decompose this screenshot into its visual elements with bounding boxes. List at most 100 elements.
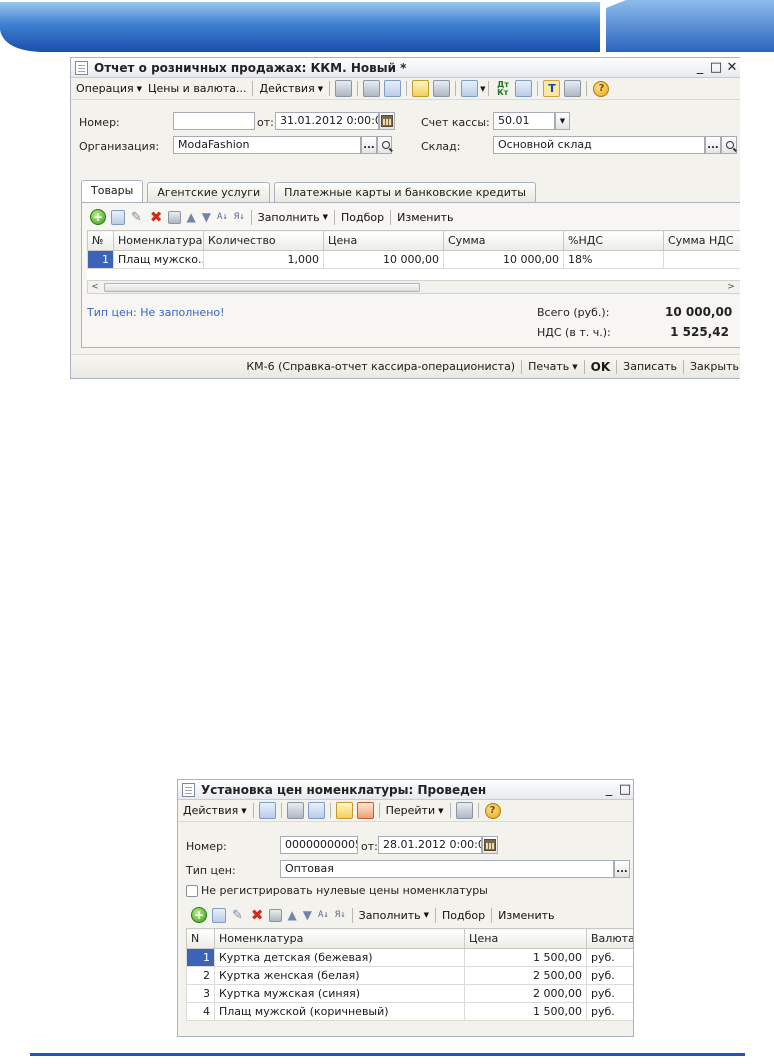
help-icon[interactable]: ?	[484, 802, 501, 819]
go-icon[interactable]	[461, 80, 479, 97]
cell-currency[interactable]: руб.	[586, 1002, 633, 1021]
ok-button[interactable]: OK	[585, 360, 617, 374]
price-type-link[interactable]: Тип цен: Не заполнено!	[87, 306, 225, 319]
column-header[interactable]: N	[186, 928, 215, 949]
row-number[interactable]: 2	[186, 966, 215, 985]
column-header[interactable]: Цена	[464, 928, 587, 949]
save-icon[interactable]	[258, 802, 276, 819]
checkbox-box[interactable]	[186, 885, 198, 897]
row-number[interactable]: 3	[186, 984, 215, 1003]
row-number[interactable]: 4	[186, 1002, 215, 1021]
pick-button[interactable]: Подбор	[338, 207, 387, 227]
list-icon[interactable]	[455, 802, 473, 819]
date-field[interactable]: 31.01.2012 0:00:00	[275, 112, 379, 130]
warehouse-open-button[interactable]	[721, 136, 737, 154]
dt-kt-icon[interactable]: Дт Кт	[494, 80, 511, 97]
move-down-icon[interactable]: ▼	[303, 908, 312, 922]
document-icon[interactable]	[335, 802, 353, 819]
save-icon[interactable]	[335, 80, 353, 97]
fill-menu[interactable]: Заполнить ▼	[255, 207, 331, 227]
number-field[interactable]	[173, 112, 255, 130]
edit-icon[interactable]: ✎	[232, 908, 243, 923]
write-button[interactable]: Записать	[617, 360, 683, 373]
copy-row-icon[interactable]	[111, 209, 125, 225]
warehouse-field[interactable]: Основной склад	[493, 136, 705, 154]
document-icon[interactable]	[412, 80, 430, 97]
edit-icon[interactable]: ✎	[131, 210, 142, 225]
zero-prices-checkbox[interactable]: Не регистрировать нулевые цены номенклат…	[186, 884, 488, 897]
cell-price[interactable]: 2 000,00	[464, 984, 587, 1003]
column-header[interactable]: Сумма	[443, 230, 564, 251]
organization-select-button[interactable]: ...	[361, 136, 377, 154]
cell-quantity[interactable]: 1,000	[203, 250, 324, 269]
scroll-right-icon[interactable]: >	[724, 281, 738, 293]
cell-nomenclature[interactable]: Плащ мужско...	[113, 250, 204, 269]
table-row[interactable]: 3 Куртка мужская (синяя) 2 000,00 руб.	[186, 984, 633, 1003]
km6-button[interactable]: КМ-6 (Справка-отчет кассира-операционист…	[240, 360, 521, 373]
date-field[interactable]: 28.01.2012 0:00:00	[378, 836, 482, 854]
horizontal-scrollbar[interactable]: < >	[87, 280, 740, 294]
print-menu[interactable]: Печать ▼	[522, 360, 584, 373]
close-button[interactable]: ✕	[724, 60, 740, 76]
warehouse-select-button[interactable]: ...	[705, 136, 721, 154]
column-header[interactable]: Номенклатура	[214, 928, 465, 949]
cell-nomenclature[interactable]: Плащ мужской (коричневый)	[214, 1002, 465, 1021]
move-up-icon[interactable]: ▲	[186, 210, 195, 224]
cell-vat-rate[interactable]: 18%	[563, 250, 664, 269]
table-row[interactable]: 2 Куртка женская (белая) 2 500,00 руб.	[186, 966, 633, 985]
copy-row-icon[interactable]	[212, 907, 226, 923]
row-number[interactable]: 1	[186, 948, 215, 967]
add-icon[interactable]: +	[90, 209, 106, 225]
price-type-field[interactable]: Оптовая	[280, 860, 614, 878]
organization-field[interactable]: ModaFashion	[173, 136, 361, 154]
table-row[interactable]: 1 Куртка детская (бежевая) 1 500,00 руб.	[186, 948, 633, 967]
tab-payment-cards[interactable]: Платежные карты и банковские кредиты	[274, 182, 536, 202]
table-row[interactable]: 4 Плащ мужской (коричневый) 1 500,00 руб…	[186, 1002, 633, 1021]
sort-desc-icon[interactable]: Я↓	[234, 212, 245, 222]
sort-asc-icon[interactable]: A↓	[217, 212, 228, 222]
cell-price[interactable]: 1 500,00	[464, 948, 587, 967]
list-icon[interactable]	[564, 80, 582, 97]
delete-icon[interactable]: ✖	[251, 906, 264, 924]
fill-menu[interactable]: Заполнить ▼	[356, 905, 432, 925]
cell-currency[interactable]: руб.	[586, 984, 633, 1003]
column-header[interactable]: Валюта	[586, 928, 633, 949]
column-header[interactable]: Сумма НДС	[663, 230, 740, 251]
end-edit-icon[interactable]	[269, 908, 283, 922]
cell-nomenclature[interactable]: Куртка мужская (синяя)	[214, 984, 465, 1003]
copy-icon[interactable]	[384, 80, 402, 97]
prices-button[interactable]: Цены и валюта...	[145, 79, 249, 99]
cell-amount[interactable]: 10 000,00	[443, 250, 564, 269]
cash-account-field[interactable]: 50.01	[493, 112, 555, 130]
column-header[interactable]: %НДС	[563, 230, 664, 251]
pick-button[interactable]: Подбор	[439, 905, 488, 925]
move-down-icon[interactable]: ▼	[202, 210, 211, 224]
table-row[interactable]: 1 Плащ мужско... 1,000 10 000,00 10 000,…	[87, 250, 740, 269]
add-icon[interactable]: +	[191, 907, 207, 923]
column-header[interactable]: Номенклатура	[113, 230, 204, 251]
tab-agent-services[interactable]: Агентские услуги	[147, 182, 271, 202]
cash-account-dropdown[interactable]: ▼	[555, 112, 570, 130]
go-menu[interactable]: Перейти ▼	[383, 801, 447, 821]
actions-menu[interactable]: Действия ▼	[180, 801, 250, 821]
change-button[interactable]: Изменить	[495, 905, 557, 925]
calendar-button[interactable]	[482, 836, 498, 854]
post-icon[interactable]	[286, 802, 304, 819]
move-up-icon[interactable]: ▲	[287, 908, 296, 922]
price-type-select-button[interactable]: ...	[614, 860, 630, 878]
cell-nomenclature[interactable]: Куртка детская (бежевая)	[214, 948, 465, 967]
post-icon[interactable]	[363, 80, 381, 97]
row-number[interactable]: 1	[87, 250, 114, 269]
column-header[interactable]: Цена	[323, 230, 444, 251]
sort-asc-icon[interactable]: A↓	[318, 910, 329, 920]
cell-price[interactable]: 2 500,00	[464, 966, 587, 985]
help-icon[interactable]: ?	[593, 80, 610, 97]
maximize-button[interactable]: □	[708, 60, 724, 76]
cell-vat-amount[interactable]	[663, 250, 740, 269]
register-icon[interactable]	[515, 80, 533, 97]
minimize-button[interactable]: _	[692, 60, 708, 76]
copy-icon[interactable]	[307, 802, 325, 819]
actions-menu[interactable]: Действия ▼	[256, 79, 326, 99]
print-preview-icon[interactable]	[433, 80, 451, 97]
organization-open-button[interactable]	[377, 136, 392, 154]
